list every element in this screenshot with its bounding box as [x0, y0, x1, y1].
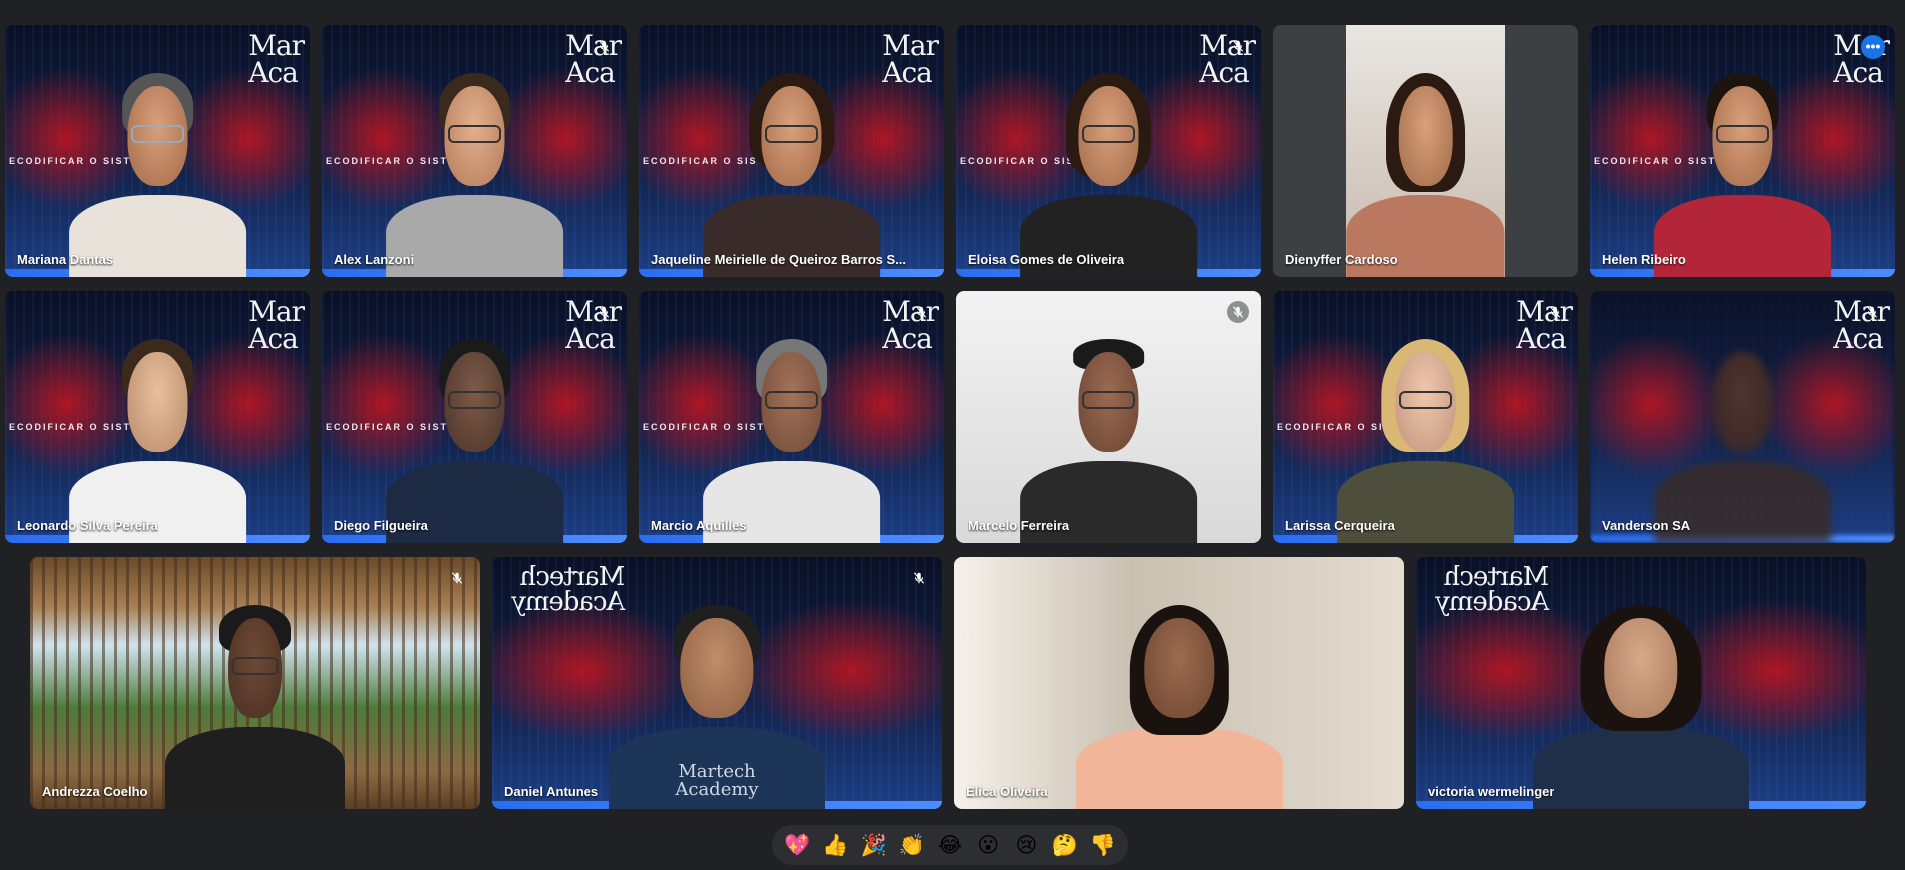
participant-video — [69, 60, 246, 277]
participant-tile[interactable]: Mar Aca ECODIFICAR O SISTEMA Alex Lanzoni — [322, 25, 627, 277]
participant-name: Jaqueline Meirielle de Queiroz Barros S.… — [651, 252, 907, 267]
mic-off-icon — [593, 35, 615, 57]
brand-logo: MarAca — [248, 29, 305, 89]
participant-tile[interactable]: Mar Aca ECODIFICAR O SISTEMA Marcio Aquil… — [639, 291, 944, 543]
reaction-thinking-icon[interactable]: 🤔 — [1049, 829, 1081, 861]
shirt-text: Martech Academy — [675, 761, 759, 800]
participant-name: Eloisa Gomes de Oliveira — [968, 252, 1125, 267]
reaction-party-icon[interactable]: 🎉 — [858, 829, 890, 861]
participant-video — [1654, 60, 1831, 277]
reaction-thumbs-down-icon[interactable]: 👎 — [1087, 829, 1119, 861]
mic-off-icon — [1227, 35, 1249, 57]
participant-tile[interactable]: Mar Aca ECODIFICAR O SISTEMA Mariana Dant… — [5, 25, 310, 277]
reaction-sad-icon[interactable]: 😢 — [1010, 829, 1042, 861]
reaction-thumbs-up-icon[interactable]: 👍 — [819, 829, 851, 861]
participant-tile[interactable]: Mar Aca ECODIFICAR O SISTEMA Eloisa Gomes… — [956, 25, 1261, 277]
participant-name: victoria wermelinger — [1428, 784, 1555, 799]
participant-name: Andrezza Coelho — [42, 784, 148, 799]
mic-off-icon — [910, 301, 932, 323]
reaction-laugh-icon[interactable]: 😂 — [934, 829, 966, 861]
participant-tile[interactable]: Dienyffer Cardoso — [1273, 25, 1578, 277]
participant-tile-active-speaker[interactable]: MarAca ECODIFICAR O SISTEMA ••• Helen Ri… — [1590, 25, 1895, 277]
mic-off-icon — [908, 567, 930, 589]
participant-video — [1346, 25, 1505, 277]
participant-name: Diego Filgueira — [334, 518, 428, 533]
participant-video — [1654, 326, 1831, 543]
participant-video — [1020, 60, 1197, 277]
brand-logo: MarAca — [882, 29, 939, 89]
participant-name: Daniel Antunes — [504, 784, 599, 799]
mic-off-icon — [1544, 301, 1566, 323]
participant-tile[interactable]: Marcelo Ferreira — [956, 291, 1261, 543]
participant-video — [1075, 592, 1283, 809]
participant-name: Elica Oliveira — [966, 784, 1048, 799]
participant-video — [386, 326, 563, 543]
participant-video — [703, 326, 880, 543]
participant-video — [1337, 326, 1514, 543]
participant-tile[interactable]: Mar Aca ECODIFICAR O SISTEMA Larissa Cerq… — [1273, 291, 1578, 543]
participant-tile[interactable]: Mar Aca ECODIFICAR O SISTEMA Diego Filgue… — [322, 291, 627, 543]
participant-name: Mariana Dantas — [17, 252, 114, 267]
mic-off-icon — [1861, 301, 1883, 323]
mic-off-icon — [1227, 301, 1249, 323]
participant-tile[interactable]: Mar Aca ECODIFICAR O SISTEMA Leonardo Sil… — [5, 291, 310, 543]
reaction-clap-icon[interactable]: 👏 — [896, 829, 928, 861]
reactions-bar: 💖 👍 🎉 👏 😂 😮 😢 🤔 👎 — [772, 825, 1128, 865]
participant-name: Larissa Cerqueira — [1285, 518, 1395, 533]
reaction-surprised-icon[interactable]: 😮 — [972, 829, 1004, 861]
more-options-button[interactable]: ••• — [1861, 35, 1885, 59]
participant-tile[interactable]: Mar Aca ECODIFICAR O SISTEMA Jaqueline Me… — [639, 25, 944, 277]
participant-name: Vanderson SA — [1602, 518, 1691, 533]
participant-tile[interactable]: Mar Aca Vanderson SA — [1590, 291, 1895, 543]
participant-tile[interactable]: Martech Academy victoria wermelinger — [1416, 557, 1866, 809]
participant-name: Marcelo Ferreira — [968, 518, 1070, 533]
reaction-heart-icon[interactable]: 💖 — [781, 829, 813, 861]
participant-tile[interactable]: Martech Academy Martech Academy Daniel An… — [492, 557, 942, 809]
participant-name: Helen Ribeiro — [1602, 252, 1686, 267]
participant-video — [69, 326, 246, 543]
participant-video — [1020, 326, 1197, 543]
mic-off-icon — [446, 567, 468, 589]
participant-video — [386, 60, 563, 277]
mic-off-icon — [593, 301, 615, 323]
participant-name: Marcio Aquilles — [651, 518, 747, 533]
participant-video — [703, 60, 880, 277]
participant-tile[interactable]: Elica Oliveira — [954, 557, 1404, 809]
participant-video — [165, 592, 345, 809]
brand-logo: MarAca — [248, 295, 305, 355]
participant-name: Alex Lanzoni — [334, 252, 415, 267]
meeting-grid: Mar Aca ECODIFICAR O SISTEMA Mariana Dant… — [0, 0, 1905, 870]
participant-tile[interactable]: Andrezza Coelho — [30, 557, 480, 809]
participant-name: Leonardo Silva Pereira — [17, 518, 158, 533]
participant-name: Dienyffer Cardoso — [1285, 252, 1398, 267]
participant-video — [1533, 592, 1749, 809]
